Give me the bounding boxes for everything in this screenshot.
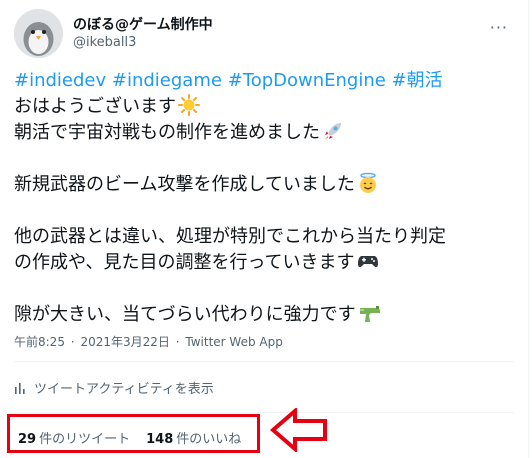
user-handle[interactable]: @ikeball3 [73, 34, 213, 52]
avatar[interactable] [14, 8, 63, 58]
activity-label: ツイートアクティビティを表示 [34, 382, 214, 397]
tweet-card: のぼる@ゲーム制作中 @ikeball3 ··· #indiedev #indi… [0, 0, 529, 458]
tweet-meta: 午前8:25 · 2021年3月22日 · Twitter Web App [14, 333, 283, 350]
divider [14, 412, 514, 413]
tweet-line: 朝活で宇宙対戦もの制作を進めました [14, 120, 514, 146]
hashtag-indiegame[interactable]: #indiegame [112, 70, 222, 91]
tweet-line-text: 他の武器とは違い、処理が特別でこれから当たり判定 [14, 226, 446, 247]
halo-face-emoji-icon [359, 172, 376, 193]
tweet-line: 新規武器のビーム攻撃を作成していました [14, 172, 514, 198]
tweet-line: 隙が大きい、当てづらい代わりに強力です [14, 302, 514, 328]
tweet-line-text: 朝活で宇宙対戦もの制作を進めました [14, 122, 320, 143]
tweet-line-text: 隙が大きい、当てづらい代わりに強力です [14, 304, 356, 325]
tweet-line-text: の作成や、見た目の調整を行っていきます [14, 252, 355, 273]
water-pistol-emoji-icon [359, 306, 380, 322]
tweet-activity-link[interactable]: ツイートアクティビティを表示 [14, 378, 214, 397]
more-options-icon[interactable]: ··· [490, 18, 508, 37]
meta-separator: · [70, 335, 75, 349]
hashtag-line: #indiedev #indiegame #TopDownEngine #朝活 [14, 68, 514, 94]
tweet-text: #indiedev #indiegame #TopDownEngine #朝活 … [14, 68, 514, 328]
display-name[interactable]: のぼる@ゲーム制作中 [73, 16, 213, 34]
tweet-line-text: おはようございます [14, 96, 176, 117]
tweet-time[interactable]: 午前8:25 [14, 335, 65, 349]
tweet-header: のぼる@ゲーム制作中 @ikeball3 [14, 8, 213, 58]
bar-chart-icon [15, 382, 25, 394]
tweet-line-text: 新規武器のビーム攻撃を作成していました [14, 174, 355, 195]
rocket-emoji-icon [325, 123, 341, 139]
red-highlight-box [7, 414, 260, 453]
tweet-line: の作成や、見た目の調整を行っていきます [14, 250, 514, 276]
tweet-line: おはようございます [14, 94, 514, 120]
tweet-date[interactable]: 2021年3月22日 [80, 335, 169, 349]
hashtag-asakatsu[interactable]: #朝活 [392, 70, 443, 91]
penguin-avatar-icon [14, 8, 63, 58]
hashtag-indiedev[interactable]: #indiedev [14, 70, 106, 91]
sun-emoji-icon [178, 94, 200, 116]
gamepad-emoji-icon [357, 256, 378, 268]
meta-separator: · [175, 335, 180, 349]
divider [14, 361, 514, 362]
hashtag-topdownengine[interactable]: #TopDownEngine [228, 70, 386, 91]
user-names: のぼる@ゲーム制作中 @ikeball3 [73, 14, 213, 52]
red-arrow-icon [270, 408, 327, 452]
tweet-source[interactable]: Twitter Web App [185, 335, 282, 349]
tweet-line: 他の武器とは違い、処理が特別でこれから当たり判定 [14, 224, 514, 250]
